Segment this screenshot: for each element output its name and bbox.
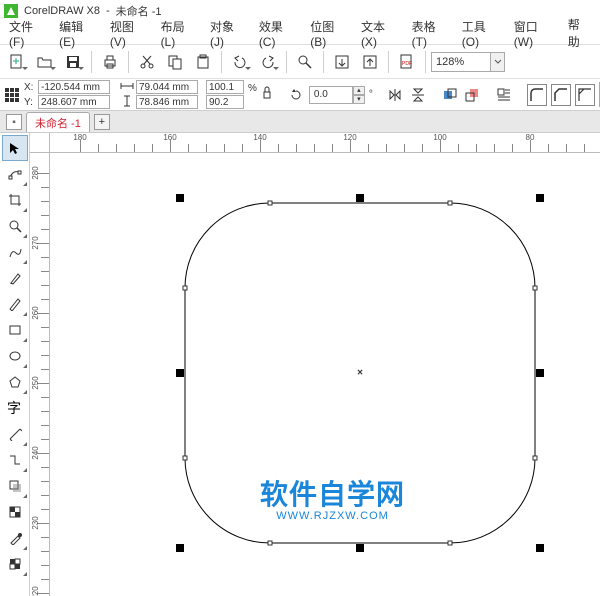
wrap-text-button[interactable]: [495, 82, 513, 108]
toolbox: 字: [0, 133, 30, 596]
corner-chamfer-button[interactable]: [575, 84, 595, 106]
handle-br[interactable]: [536, 544, 544, 552]
center-marker[interactable]: ×: [357, 368, 363, 379]
paste-button[interactable]: [190, 49, 216, 75]
fill-tool[interactable]: [2, 551, 28, 577]
handle-tl[interactable]: [176, 194, 184, 202]
align-front-button[interactable]: [441, 82, 459, 108]
handle-ml[interactable]: [176, 369, 184, 377]
transparency-tool[interactable]: [2, 499, 28, 525]
svg-text:PDF: PDF: [402, 61, 412, 67]
zoom-dropdown[interactable]: [491, 52, 505, 72]
tab-menu-button[interactable]: ▪: [6, 114, 22, 130]
search-button[interactable]: [292, 49, 318, 75]
align-back-button[interactable]: [463, 82, 481, 108]
redo-button[interactable]: [255, 49, 281, 75]
menu-help[interactable]: 帮助: [563, 14, 596, 52]
handle-mr[interactable]: [536, 369, 544, 377]
document-tab[interactable]: 未命名 -1: [26, 112, 90, 133]
crop-tool[interactable]: [2, 187, 28, 213]
zoom-input[interactable]: 128%: [431, 52, 491, 72]
import-button[interactable]: [329, 49, 355, 75]
print-button[interactable]: [97, 49, 123, 75]
tab-add-button[interactable]: +: [94, 114, 110, 130]
export-button[interactable]: [357, 49, 383, 75]
scale-y-input[interactable]: 90.2: [206, 95, 244, 109]
ruler-origin[interactable]: [30, 133, 50, 153]
width-input[interactable]: 79.044 mm: [136, 80, 198, 94]
publish-pdf-button[interactable]: PDF: [394, 49, 420, 75]
canvas[interactable]: × 软件自学网 WWW.RJZXW.COM: [50, 153, 600, 596]
eyedropper-tool[interactable]: [2, 525, 28, 551]
watermark-text: 软件自学网: [260, 473, 405, 513]
zoom-tool[interactable]: [2, 213, 28, 239]
ellipse-tool[interactable]: [2, 343, 28, 369]
watermark: 软件自学网 WWW.RJZXW.COM: [260, 473, 405, 522]
width-icon: [120, 80, 134, 94]
undo-button[interactable]: [227, 49, 253, 75]
mirror-v-button[interactable]: [409, 82, 427, 108]
y-label: Y:: [24, 97, 36, 108]
artistic-media-tool[interactable]: [2, 265, 28, 291]
menu-layout[interactable]: 布局(L): [156, 16, 203, 51]
save-button[interactable]: [60, 49, 86, 75]
menu-table[interactable]: 表格(T): [407, 16, 455, 51]
height-icon: [120, 95, 134, 109]
parallel-dim-tool[interactable]: [2, 421, 28, 447]
y-input[interactable]: 248.607 mm: [38, 95, 110, 109]
x-label: X:: [24, 82, 36, 93]
handle-tc[interactable]: [356, 194, 364, 202]
percent-label: %: [248, 83, 257, 94]
copy-button[interactable]: [162, 49, 188, 75]
rectangle-tool[interactable]: [2, 317, 28, 343]
menubar: 文件(F) 编辑(E) 视图(V) 布局(L) 对象(J) 效果(C) 位图(B…: [0, 22, 600, 44]
rotation-input[interactable]: 0.0: [309, 86, 353, 104]
open-button[interactable]: [32, 49, 58, 75]
menu-object[interactable]: 对象(J): [205, 16, 252, 51]
document-tab-bar: ▪ 未命名 -1 +: [0, 110, 600, 132]
canvas-area: 1801601401201008060 28027026025024023022…: [30, 133, 600, 596]
freehand-tool[interactable]: [2, 239, 28, 265]
menu-text[interactable]: 文本(X): [356, 16, 405, 51]
new-button[interactable]: [4, 49, 30, 75]
watermark-url: WWW.RJZXW.COM: [260, 510, 405, 522]
ruler-horizontal[interactable]: 1801601401201008060: [50, 133, 600, 153]
handle-bl[interactable]: [176, 544, 184, 552]
lock-ratio-button[interactable]: [261, 83, 273, 107]
shape-tool[interactable]: [2, 161, 28, 187]
rotation-spinner[interactable]: ▴▾: [353, 86, 365, 104]
height-input[interactable]: 78.846 mm: [136, 95, 198, 109]
connector-tool[interactable]: [2, 447, 28, 473]
pen-tool[interactable]: [2, 291, 28, 317]
x-input[interactable]: -120.544 mm: [38, 80, 110, 94]
pick-tool[interactable]: [2, 135, 28, 161]
corner-round-button[interactable]: [527, 84, 547, 106]
text-tool[interactable]: 字: [2, 395, 28, 421]
workspace: 字 1801601401201008060 280270260250240230…: [0, 132, 600, 596]
property-bar: X:-120.544 mm Y:248.607 mm 79.044 mm 78.…: [0, 78, 600, 110]
menu-view[interactable]: 视图(V): [105, 16, 154, 51]
svg-text:字: 字: [7, 400, 21, 416]
menu-tools[interactable]: 工具(O): [457, 16, 507, 51]
handle-bc[interactable]: [356, 544, 364, 552]
scale-x-input[interactable]: 100.1: [206, 80, 244, 94]
menu-window[interactable]: 窗口(W): [509, 16, 561, 51]
mirror-h-button[interactable]: [387, 82, 405, 108]
polygon-tool[interactable]: [2, 369, 28, 395]
rotate-ccw-button[interactable]: [287, 82, 305, 108]
menu-bitmap[interactable]: 位图(B): [305, 16, 354, 51]
ruler-vertical[interactable]: 280270260250240230220: [30, 153, 50, 596]
handle-tr[interactable]: [536, 194, 544, 202]
cut-button[interactable]: [134, 49, 160, 75]
corner-scallop-button[interactable]: [551, 84, 571, 106]
drop-shadow-tool[interactable]: [2, 473, 28, 499]
menu-edit[interactable]: 编辑(E): [54, 16, 103, 51]
menu-file[interactable]: 文件(F): [4, 16, 52, 51]
menu-effect[interactable]: 效果(C): [254, 16, 303, 51]
position-icon: [4, 86, 20, 104]
